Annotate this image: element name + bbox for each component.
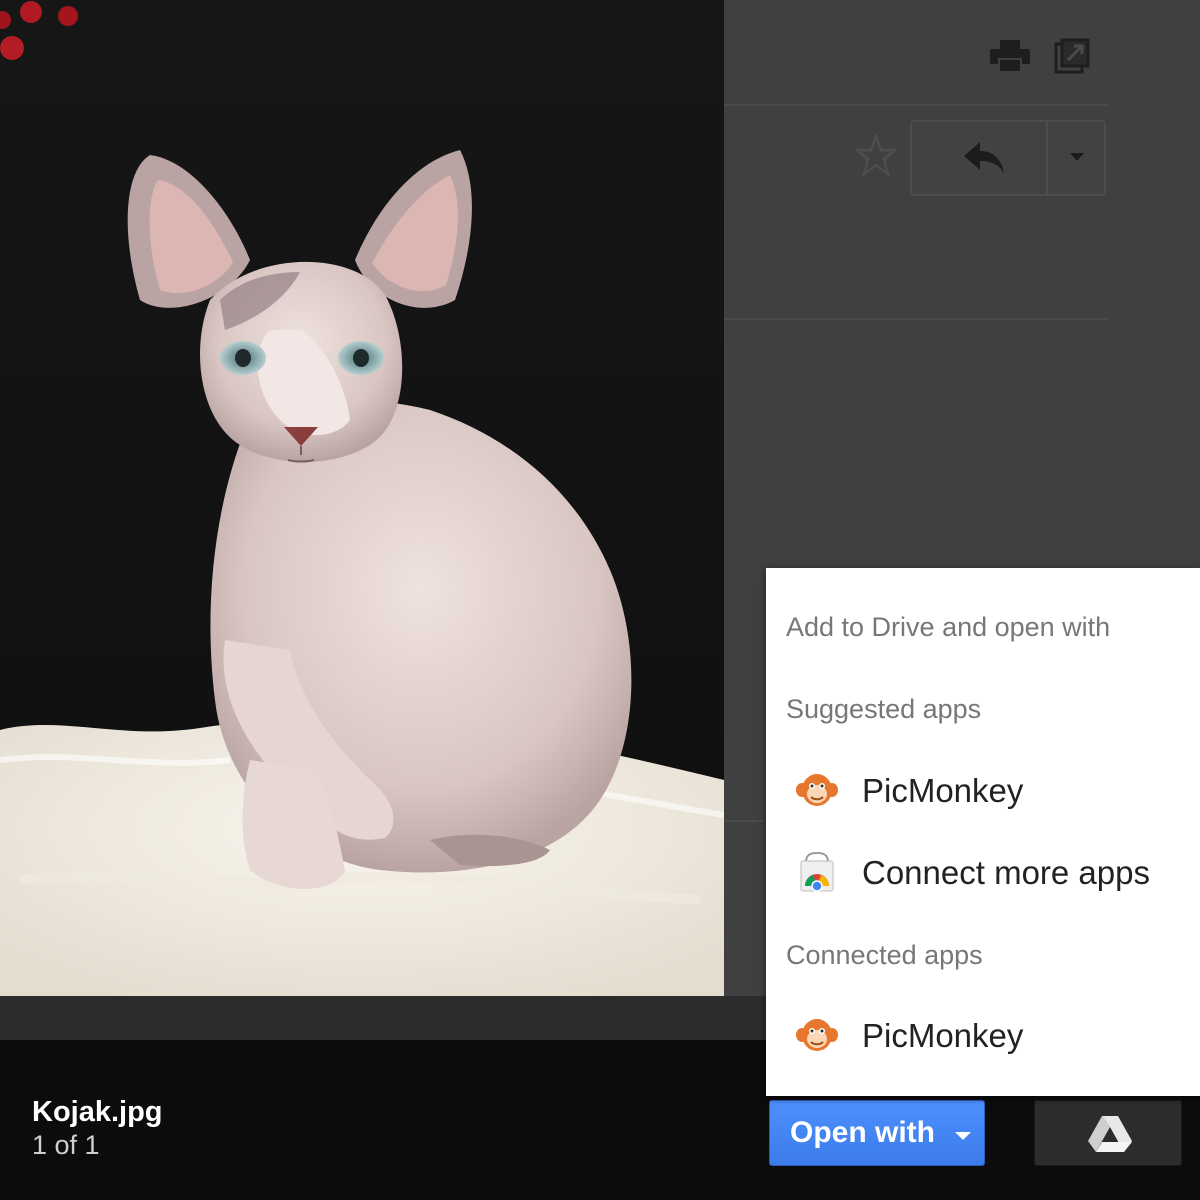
- open-with-label: Open with: [790, 1116, 935, 1149]
- add-to-drive-button[interactable]: [1034, 1100, 1182, 1166]
- open-with-button[interactable]: Open with: [769, 1100, 985, 1166]
- file-name: Kojak.jpg: [32, 1096, 163, 1128]
- menu-item-picmonkey-suggested[interactable]: PicMonkey: [766, 756, 1200, 826]
- divider: [724, 820, 764, 822]
- file-count: 1 of 1: [32, 1130, 100, 1160]
- connected-apps-heading: Connected apps: [786, 940, 983, 970]
- menu-item-picmonkey-connected[interactable]: PicMonkey: [766, 1001, 1200, 1071]
- chrome-web-store-icon: [800, 852, 834, 892]
- image-preview: [0, 0, 724, 996]
- print-icon[interactable]: [990, 40, 1030, 72]
- cat-photo: [0, 1, 724, 996]
- menu-header: Add to Drive and open with: [786, 612, 1111, 642]
- picmonkey-icon: [796, 1019, 838, 1051]
- reply-button-group: [910, 120, 1106, 196]
- divider: [724, 318, 1108, 320]
- suggested-apps-heading: Suggested apps: [786, 694, 982, 724]
- divider: [1046, 122, 1048, 194]
- menu-item-label: Connect more apps: [862, 854, 1150, 891]
- more-arrow-icon[interactable]: [1066, 150, 1088, 164]
- menu-item-label: PicMonkey: [862, 1017, 1024, 1054]
- chevron-down-icon: [955, 1132, 971, 1140]
- picmonkey-icon: [796, 774, 838, 806]
- divider: [724, 104, 1108, 106]
- viewer-strip: [0, 996, 770, 1040]
- popout-icon[interactable]: [1054, 38, 1090, 74]
- menu-item-label: PicMonkey: [862, 772, 1024, 809]
- star-icon[interactable]: [855, 134, 897, 176]
- menu-item-connect-more-apps[interactable]: Connect more apps: [766, 838, 1200, 908]
- google-drive-icon: [1088, 1116, 1132, 1152]
- reply-icon[interactable]: [962, 140, 1006, 176]
- open-with-menu: Add to Drive and open with Suggested app…: [766, 568, 1200, 1096]
